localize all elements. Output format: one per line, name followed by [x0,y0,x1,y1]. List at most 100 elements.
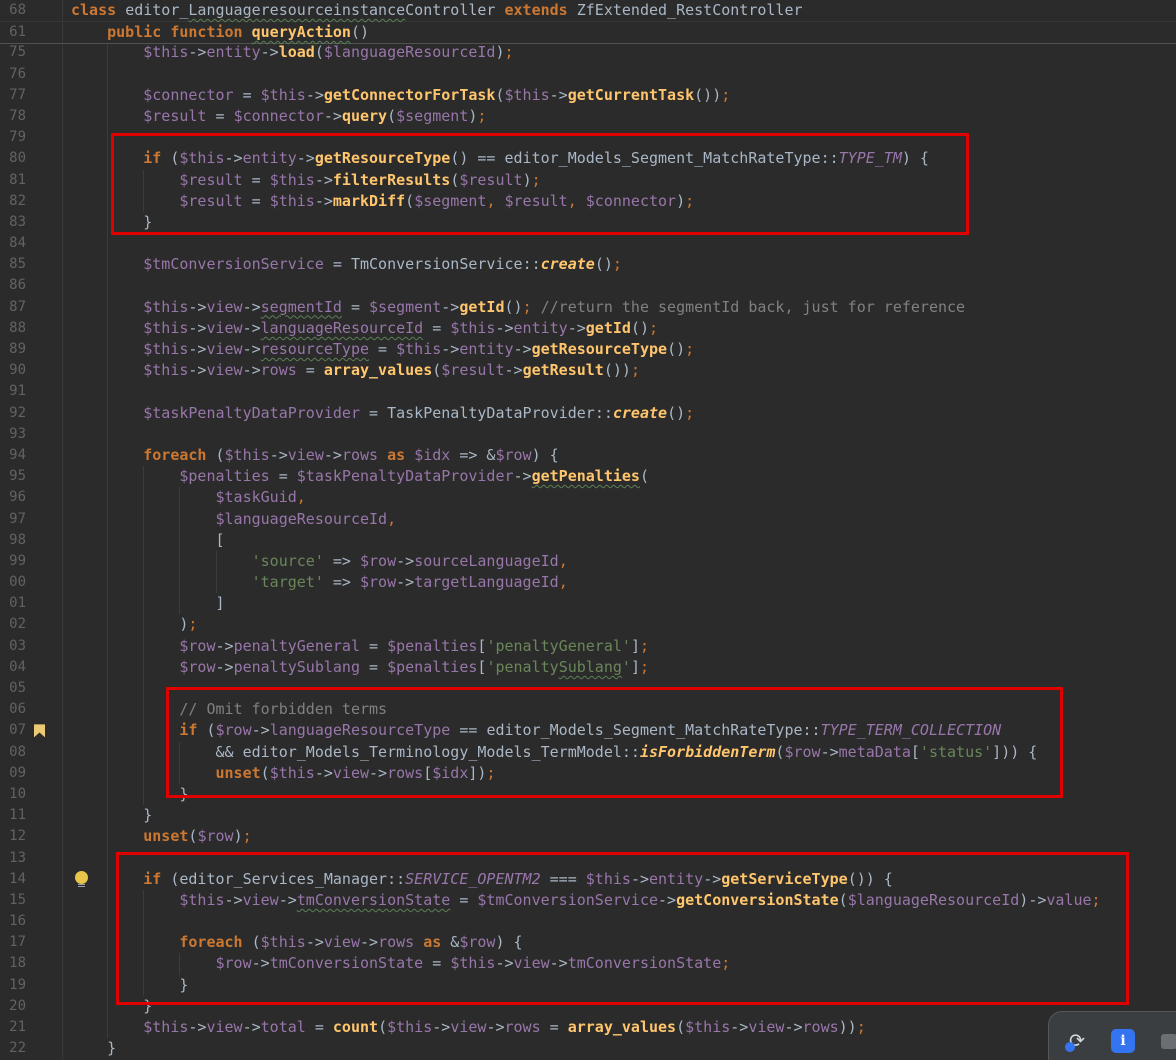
code-line[interactable]: 78 $result = $connector->query($segment)… [0,106,1176,127]
code-line[interactable]: 00 'target' => $row->targetLanguageId, [0,572,1176,593]
line-number[interactable]: 09 [0,763,26,784]
line-number[interactable]: 18 [0,953,26,974]
line-number[interactable]: 79 [0,127,26,148]
line-number[interactable]: 90 [0,360,26,381]
line-number[interactable]: 00 [0,572,26,593]
partial-toolbar-icon[interactable] [1161,1034,1176,1049]
code-line[interactable]: 77 $connector = $this->getConnectorForTa… [0,85,1176,106]
line-number[interactable]: 12 [0,826,26,847]
line-number[interactable]: 04 [0,657,26,678]
code-text[interactable]: class editor_LanguageresourceinstanceCon… [63,0,1176,21]
line-number[interactable]: 81 [0,170,26,191]
line-number[interactable]: 82 [0,191,26,212]
code-line[interactable]: 03 $row->penaltyGeneral = $penalties['pe… [0,636,1176,657]
sticky-code-line[interactable]: 61 public function queryAction() [0,22,1176,43]
line-number[interactable]: 17 [0,932,26,953]
line-number[interactable]: 91 [0,381,26,402]
code-text[interactable]: $taskPenaltyDataProvider = TaskPenaltyDa… [63,403,1176,424]
line-number[interactable]: 98 [0,530,26,551]
code-line[interactable]: 84 [0,233,1176,254]
code-text[interactable]: $row->penaltySublang = $penalties['penal… [63,657,1176,678]
code-text[interactable] [63,233,1176,254]
code-text[interactable]: $this->view->total = count($this->view->… [63,1017,1176,1038]
code-line[interactable]: 98 [ [0,530,1176,551]
code-line[interactable]: 22 } [0,1038,1176,1059]
line-number[interactable]: 99 [0,551,26,572]
line-number[interactable]: 94 [0,445,26,466]
line-number[interactable]: 10 [0,784,26,805]
line-number[interactable]: 14 [0,869,26,890]
line-number[interactable]: 76 [0,64,26,85]
line-number[interactable]: 61 [0,22,26,43]
line-number[interactable]: 13 [0,848,26,869]
line-number[interactable]: 87 [0,297,26,318]
code-line[interactable]: 99 'source' => $row->sourceLanguageId, [0,551,1176,572]
line-number[interactable]: 88 [0,318,26,339]
line-number[interactable]: 07 [0,720,26,741]
code-line[interactable]: 93 [0,424,1176,445]
code-line[interactable]: 75 $this->entity->load($languageResource… [0,42,1176,63]
line-number[interactable]: 02 [0,614,26,635]
code-text[interactable]: $taskGuid, [63,487,1176,508]
code-text[interactable] [63,424,1176,445]
code-text[interactable]: $connector = $this->getConnectorForTask(… [63,85,1176,106]
code-line[interactable]: 02 ); [0,614,1176,635]
code-line[interactable]: 89 $this->view->resourceType = $this->en… [0,339,1176,360]
info-button[interactable]: i [1111,1029,1135,1053]
code-text[interactable]: } [63,805,1176,826]
code-text[interactable] [63,381,1176,402]
code-text[interactable] [63,64,1176,85]
code-line[interactable]: 12 unset($row); [0,826,1176,847]
code-line[interactable]: 91 [0,381,1176,402]
line-number[interactable]: 78 [0,106,26,127]
line-number[interactable]: 85 [0,254,26,275]
line-number[interactable]: 06 [0,699,26,720]
code-text[interactable]: $result = $connector->query($segment); [63,106,1176,127]
code-text[interactable]: public function queryAction() [63,22,1176,43]
line-number[interactable]: 05 [0,678,26,699]
intention-bulb-icon[interactable] [75,871,88,884]
code-text[interactable]: $row->penaltyGeneral = $penalties['penal… [63,636,1176,657]
code-line[interactable]: 97 $languageResourceId, [0,509,1176,530]
line-number[interactable]: 95 [0,466,26,487]
code-line[interactable]: 88 $this->view->languageResourceId = $th… [0,318,1176,339]
code-line[interactable]: 21 $this->view->total = count($this->vie… [0,1017,1176,1038]
code-text[interactable]: $this->entity->load($languageResourceId)… [63,42,1176,63]
code-line[interactable]: 95 $penalties = $taskPenaltyDataProvider… [0,466,1176,487]
code-line[interactable]: 01 ] [0,593,1176,614]
code-text[interactable]: } [63,1038,1176,1059]
code-line[interactable]: 94 foreach ($this->view->rows as $idx =>… [0,445,1176,466]
rerun-button[interactable]: ⟳ [1065,1029,1089,1053]
line-number[interactable]: 11 [0,805,26,826]
code-line[interactable]: 90 $this->view->rows = array_values($res… [0,360,1176,381]
code-text[interactable]: ] [63,593,1176,614]
line-number[interactable]: 03 [0,636,26,657]
line-number[interactable]: 84 [0,233,26,254]
code-line[interactable]: 85 $tmConversionService = TmConversionSe… [0,254,1176,275]
line-number[interactable]: 21 [0,1017,26,1038]
line-number[interactable]: 01 [0,593,26,614]
code-line[interactable]: 96 $taskGuid, [0,487,1176,508]
line-number[interactable]: 77 [0,85,26,106]
line-number[interactable]: 96 [0,487,26,508]
code-text[interactable]: unset($row); [63,826,1176,847]
code-line[interactable]: 86 [0,275,1176,296]
code-line[interactable]: 76 [0,64,1176,85]
code-text[interactable]: foreach ($this->view->rows as $idx => &$… [63,445,1176,466]
line-number[interactable]: 86 [0,275,26,296]
line-number[interactable]: 97 [0,509,26,530]
code-text[interactable]: $languageResourceId, [63,509,1176,530]
code-text[interactable]: $this->view->segmentId = $segment->getId… [63,297,1176,318]
sticky-code-line[interactable]: 68 class editor_LanguageresourceinstanceC… [0,0,1176,22]
line-number[interactable]: 15 [0,890,26,911]
line-number[interactable]: 83 [0,212,26,233]
code-line[interactable]: 11 } [0,805,1176,826]
line-number[interactable]: 92 [0,403,26,424]
line-number[interactable]: 08 [0,742,26,763]
line-number[interactable]: 68 [0,0,26,21]
line-number[interactable]: 80 [0,148,26,169]
code-text[interactable]: $this->view->rows = array_values($result… [63,360,1176,381]
code-text[interactable]: [ [63,530,1176,551]
code-line[interactable]: 04 $row->penaltySublang = $penalties['pe… [0,657,1176,678]
line-number[interactable]: 89 [0,339,26,360]
